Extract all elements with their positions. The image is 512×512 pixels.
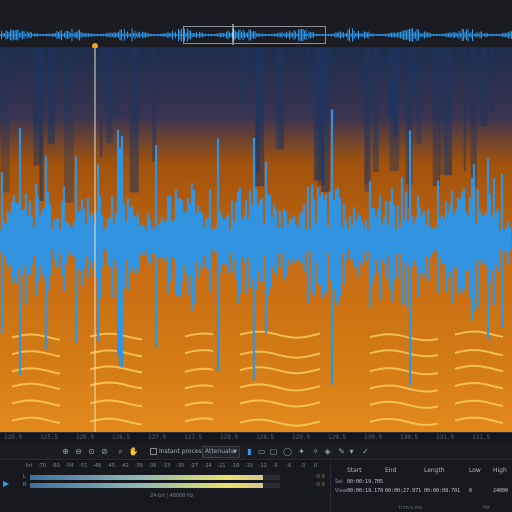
zoom-selection-icon[interactable]: ⊙	[86, 447, 97, 457]
meter-scale-label: 0	[314, 463, 318, 469]
harmonic-selection-icon[interactable]: ✧	[310, 447, 321, 457]
sel-start-value[interactable]: 00:00:19.705	[347, 479, 383, 485]
timeline-tick: 129.0	[292, 434, 311, 441]
time-format-unit: h:m:s.ms	[399, 505, 423, 511]
meter-scale-label: -9	[272, 463, 278, 469]
frequency-selection-tool-icon[interactable]: ▭	[256, 447, 267, 457]
meter-scale-label: -15	[244, 463, 254, 469]
sel-row-label: Sel	[335, 479, 343, 485]
meter-scale-label: -33	[162, 463, 171, 469]
selection-info-panel: Start End Length Low High Sel 00:00:19.7…	[330, 461, 512, 512]
meter-scale-label: -51	[79, 463, 88, 469]
timeline-tick: 128.5	[256, 434, 275, 441]
timeline-tick: 129.5	[328, 434, 347, 441]
instant-process-label: Instant process	[159, 448, 205, 455]
frequency-unit: Hz	[483, 505, 490, 511]
chevron-down-icon: ▼	[233, 449, 237, 455]
recovery-tool-icon[interactable]: ✓	[360, 447, 371, 457]
meter-scale-label: -70	[37, 463, 46, 469]
meter-scale-label: -27	[189, 463, 198, 469]
level-meter-right-fill	[30, 483, 263, 488]
meter-scale-label: -21	[217, 463, 226, 469]
meter-scale-label: -24	[203, 463, 212, 469]
brush-options-chevron-icon[interactable]: ▾	[346, 447, 357, 457]
timeline-tick: 127.5	[184, 434, 203, 441]
timeline-tick: 126.5	[112, 434, 131, 441]
meter-scale-label: -6	[286, 463, 292, 469]
timeline-tick: 131.5	[472, 434, 491, 441]
lasso-tool-icon[interactable]: ◯	[282, 447, 293, 457]
status-panel: ▶ -Inf -70 -60 -54 -51 -48 -45 -42 -39 -36 -33 -30-…	[0, 461, 512, 512]
overview-waveform[interactable]	[0, 0, 512, 48]
length-header: Length	[424, 467, 445, 474]
play-icon[interactable]: ▶	[3, 479, 13, 489]
audio-format-label: 24-bit | 48000 Hz	[150, 493, 194, 499]
meter-scale-label: -48	[93, 463, 102, 469]
timeline-tick: 130.5	[400, 434, 419, 441]
mode-select-value: Attenuate	[205, 448, 235, 455]
instant-process-checkbox[interactable]	[150, 448, 157, 455]
meter-left-peak: -0.9	[315, 474, 325, 480]
time-selection-tool-icon[interactable]: ▮	[244, 447, 255, 457]
view-high-value[interactable]: 24000	[493, 488, 508, 494]
meter-right-label: R	[23, 482, 27, 488]
timeline-tick: 125.5	[40, 434, 59, 441]
magic-wand-icon[interactable]: ✦	[296, 447, 307, 457]
zoom-tool-icon[interactable]: ⌕	[115, 447, 126, 457]
hand-tool-icon[interactable]: ✋	[128, 447, 139, 457]
level-meter-left-fill	[30, 475, 263, 480]
timeline-tick: 125.0	[4, 434, 23, 441]
low-header: Low	[469, 467, 481, 474]
view-low-value[interactable]: 0	[469, 488, 472, 494]
zoom-in-icon[interactable]: ⊕	[60, 447, 71, 457]
meter-scale-label: -39	[134, 463, 143, 469]
meter-scale-label: -60	[51, 463, 60, 469]
overview-view-window[interactable]	[183, 26, 326, 44]
start-header: Start	[347, 467, 362, 474]
meter-left-label: L	[23, 474, 26, 480]
meter-scale-label: -36	[148, 463, 157, 469]
spectrogram-view[interactable]	[0, 48, 512, 432]
view-end-value[interactable]: 00:00:27.871	[385, 488, 421, 494]
timeline-tick: 127.0	[148, 434, 167, 441]
high-header: High	[493, 467, 507, 474]
editing-toolbar: ⊕ ⊖ ⊙ ⊘ ⌕ ✋ Instant process Attenuate ▼ …	[0, 444, 512, 460]
zoom-out-icon[interactable]: ⊖	[73, 447, 84, 457]
timeline-tick: 128.0	[220, 434, 239, 441]
meter-scale-label: -54	[65, 463, 74, 469]
meter-scale-label: -18	[231, 463, 240, 469]
meter-scale: -Inf -70 -60 -54 -51 -48 -45 -42 -39 -36 -33 -30 -27…	[24, 463, 324, 471]
meter-right-peak: -0.9	[315, 482, 325, 488]
spectrogram-graphic	[0, 48, 512, 432]
meter-scale-label: -30	[175, 463, 185, 469]
meter-scale-label: -42	[120, 463, 129, 469]
meter-scale-label: -Inf	[24, 463, 33, 469]
meter-scale-label: -3	[300, 463, 306, 469]
find-similar-icon[interactable]: ◈	[322, 447, 333, 457]
meter-scale-label: -45	[106, 463, 116, 469]
time-frequency-selection-tool-icon[interactable]: ▢	[268, 447, 279, 457]
meter-scale-label: -12	[258, 463, 267, 469]
zoom-fit-icon[interactable]: ⊘	[99, 447, 110, 457]
view-length-value[interactable]: 00:00:08.701	[424, 488, 460, 494]
view-start-value[interactable]: 00:00:19.170	[347, 488, 383, 494]
instant-process-mode-select[interactable]: Attenuate ▼	[202, 446, 240, 458]
timeline-tick: 130.0	[364, 434, 383, 441]
level-meter-right	[30, 483, 280, 488]
timeline-ruler[interactable]: 125.0 125.5 126.0 126.5 127.0 127.5 128.…	[0, 432, 512, 444]
end-header: End	[385, 467, 397, 474]
timeline-tick: 131.0	[436, 434, 455, 441]
view-row-label: View	[335, 488, 347, 494]
timeline-tick: 126.0	[76, 434, 95, 441]
level-meter-left	[30, 475, 280, 480]
